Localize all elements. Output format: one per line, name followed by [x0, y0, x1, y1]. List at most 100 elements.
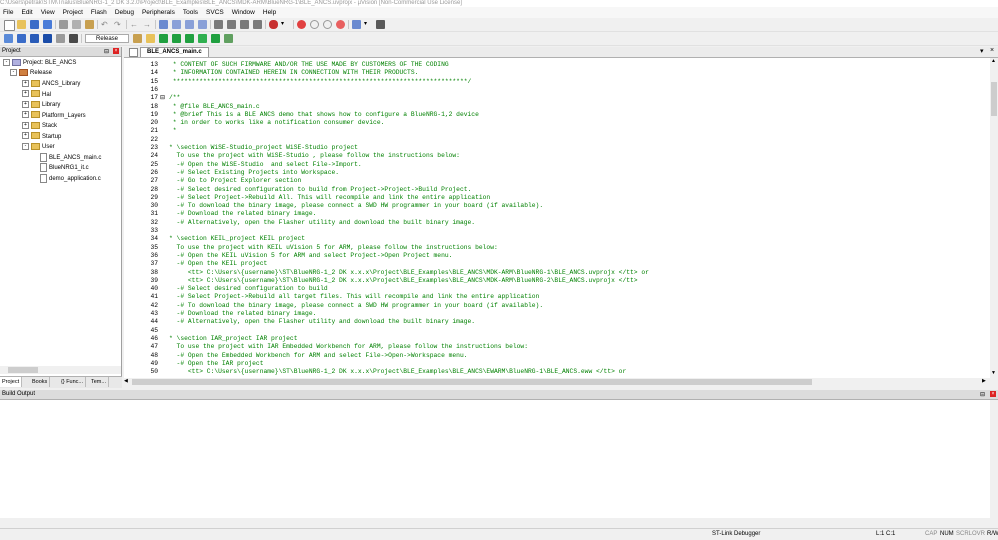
code-line[interactable]: -# Open the KEIL uVision 5 for ARM and s…	[169, 252, 453, 260]
find-in-files-icon[interactable]	[269, 20, 278, 29]
batch-build-icon[interactable]	[43, 34, 52, 43]
manage-packs-icon[interactable]	[159, 34, 168, 43]
tab-books[interactable]: Books	[30, 377, 51, 387]
expand-icon[interactable]: +	[22, 111, 29, 119]
tab-functions[interactable]: {} Func...	[59, 377, 87, 387]
code-line[interactable]: -# Select desired configuration to build	[169, 285, 328, 293]
tree-group[interactable]: + Stack	[22, 121, 57, 131]
editor-hscroll[interactable]: ◀ ▶	[124, 378, 990, 386]
pin-icon[interactable]: ⊟	[104, 48, 109, 55]
collapse-icon[interactable]: -	[22, 142, 29, 150]
menu-file[interactable]: File	[0, 7, 17, 18]
code-line[interactable]: To use the project with WiSE-Studio , pl…	[169, 152, 460, 160]
expand-icon[interactable]: +	[22, 79, 29, 87]
stop-build-icon[interactable]	[56, 34, 65, 43]
scroll-up-icon[interactable]: ▲	[991, 58, 996, 64]
code-line[interactable]: -# Select Project->Rebuild All. This wil…	[169, 194, 491, 202]
menu-svcs[interactable]: SVCS	[202, 7, 228, 18]
tree-group[interactable]: + Startup	[22, 132, 61, 142]
menu-tools[interactable]: Tools	[179, 7, 202, 18]
menu-view[interactable]: View	[37, 7, 59, 18]
tree-group[interactable]: - User	[22, 142, 55, 152]
breakpoint-kill-all-icon[interactable]	[336, 20, 345, 29]
code-line[interactable]: -# Select Existing Projects into Workspa…	[169, 169, 340, 177]
code-area[interactable]: 13 * CONTENT OF SUCH FIRMWARE AND/OR THE…	[124, 58, 990, 378]
code-line[interactable]: * in order to works like a notification …	[169, 119, 385, 127]
save-icon[interactable]	[30, 20, 39, 29]
code-line[interactable]: -# Select desired configuration to build…	[169, 186, 472, 194]
pin-icon[interactable]: ⊟	[980, 391, 985, 398]
code-line[interactable]: To use the project with IAR Embedded Wor…	[169, 343, 528, 351]
code-line[interactable]: <tt> C:\Users\{username}\ST\BlueNRG-1_2 …	[169, 368, 626, 376]
code-line[interactable]: -# Select Project->Rebuild all target fi…	[169, 293, 540, 301]
pack-installer-icon[interactable]	[198, 34, 207, 43]
menu-peripherals[interactable]: Peripherals	[138, 7, 179, 18]
copy-icon[interactable]	[72, 20, 81, 29]
cut-icon[interactable]	[59, 20, 68, 29]
scroll-thumb[interactable]	[132, 379, 812, 385]
code-line[interactable]: -# Alternatively, open the Flasher utili…	[169, 219, 476, 227]
tree-target[interactable]: - Release	[10, 68, 52, 78]
rebuild-icon[interactable]	[30, 34, 39, 43]
scroll-right-icon[interactable]: ▶	[982, 378, 986, 384]
bookmark-icon[interactable]	[159, 20, 168, 29]
code-line[interactable]: * @brief This is a BLE ANCS demo that sh…	[169, 111, 479, 119]
build-vscroll[interactable]	[990, 400, 998, 518]
tree-file[interactable]: BlueNRG1_it.c	[40, 163, 89, 173]
new-file-icon[interactable]	[4, 20, 15, 31]
menu-edit[interactable]: Edit	[17, 7, 36, 18]
breakpoint-disable-icon[interactable]	[310, 20, 319, 29]
editor-tab-active[interactable]: BLE_ANCS_main.c	[140, 47, 209, 57]
code-line[interactable]: -# To download the binary image, please …	[169, 302, 544, 310]
expand-icon[interactable]: +	[22, 90, 29, 98]
code-line[interactable]: -# Open the WiSE-Studio and select File-…	[169, 161, 362, 169]
tree-group[interactable]: + Platform_Layers	[22, 111, 86, 121]
open-folder-icon[interactable]	[17, 20, 26, 29]
translate-icon[interactable]	[4, 34, 13, 43]
nav-forward-icon[interactable]: →	[143, 20, 152, 29]
code-line[interactable]: * INFORMATION CONTAINED HEREIN IN CONNEC…	[169, 69, 419, 77]
code-editor[interactable]: 13 * CONTENT OF SUCH FIRMWARE AND/OR THE…	[124, 58, 990, 378]
menu-help[interactable]: Help	[259, 7, 280, 18]
code-line[interactable]: -# To download the binary image, please …	[169, 202, 544, 210]
nav-back-icon[interactable]: ←	[130, 20, 139, 29]
breakpoint-icon[interactable]	[297, 20, 306, 29]
breakpoint-disable-all-icon[interactable]	[323, 20, 332, 29]
tab-project[interactable]: Project	[0, 377, 23, 387]
paste-icon[interactable]	[85, 20, 94, 29]
code-line[interactable]: *	[169, 127, 177, 135]
editor-vscroll[interactable]: ▲ ▼	[990, 58, 998, 378]
code-line[interactable]: * CONTENT OF SUCH FIRMWARE AND/OR THE US…	[169, 61, 449, 69]
manage-components-icon[interactable]	[224, 34, 233, 43]
tree-group[interactable]: + Library	[22, 100, 60, 110]
target-select[interactable]: Release	[85, 34, 129, 43]
build-icon[interactable]	[17, 34, 26, 43]
close-icon[interactable]: ×	[113, 48, 119, 54]
indent-icon[interactable]	[214, 20, 223, 29]
tab-templates[interactable]: Tem...	[89, 377, 109, 387]
code-line[interactable]: <tt> C:\Users\{username}\ST\BlueNRG-1_2 …	[169, 269, 649, 277]
code-line[interactable]: -# Open the IAR project	[169, 360, 264, 368]
menu-window[interactable]: Window	[228, 7, 259, 18]
comment-icon[interactable]	[240, 20, 249, 29]
menu-debug[interactable]: Debug	[111, 7, 138, 18]
dropdown-arrow-icon[interactable]: ▾	[281, 20, 290, 29]
code-line[interactable]: * \section IAR_project IAR project	[169, 335, 297, 343]
save-all-icon[interactable]	[43, 20, 52, 29]
window-layout-icon[interactable]	[352, 20, 361, 29]
run-time-env-icon[interactable]	[185, 34, 194, 43]
bookmark-next-icon[interactable]	[185, 20, 194, 29]
redo-icon[interactable]: ↷	[114, 20, 123, 29]
configure-icon[interactable]	[376, 20, 385, 29]
tree-group[interactable]: + Hal	[22, 90, 51, 100]
download-icon[interactable]	[69, 34, 78, 43]
tree-file[interactable]: BLE_ANCS_main.c	[40, 152, 101, 163]
target-options-icon[interactable]	[133, 34, 142, 43]
bookmark-prev-icon[interactable]	[172, 20, 181, 29]
select-packs-icon[interactable]	[172, 34, 181, 43]
project-hscroll[interactable]	[0, 366, 121, 374]
expand-icon[interactable]: +	[22, 121, 29, 129]
menu-project[interactable]: Project	[59, 7, 87, 18]
code-line[interactable]: * \section WiSE-Studio_project WiSE-Stud…	[169, 144, 358, 152]
undo-icon[interactable]: ↶	[101, 20, 110, 29]
